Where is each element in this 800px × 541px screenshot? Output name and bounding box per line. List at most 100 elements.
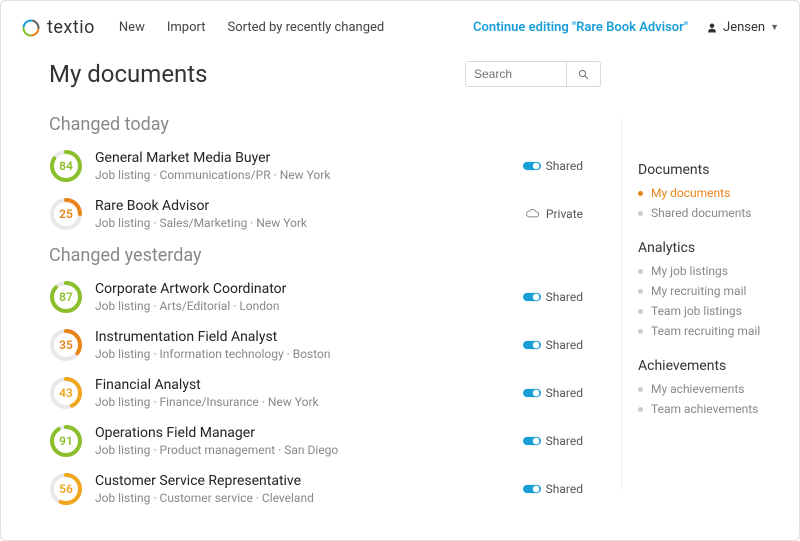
doc-title: Instrumentation Field Analyst	[95, 329, 331, 345]
status-label: Shared	[546, 159, 583, 173]
score-ring: 91	[49, 424, 83, 458]
doc-info: Corporate Artwork Coordinator Job listin…	[95, 281, 286, 313]
sidebar-item[interactable]: Team achievements	[638, 402, 789, 416]
user-icon	[706, 22, 718, 34]
user-menu[interactable]: Jensen ▼	[706, 20, 779, 35]
dot-icon	[638, 387, 643, 392]
doc-info: Financial Analyst Job listing · Finance/…	[95, 377, 319, 409]
doc-title: Operations Field Manager	[95, 425, 338, 441]
sidebar-heading: Analytics	[638, 240, 789, 256]
score-value: 43	[49, 376, 83, 410]
score-value: 35	[49, 328, 83, 362]
doc-meta: Job listing · Communications/PR · New Yo…	[95, 168, 330, 182]
nav-sort[interactable]: Sorted by recently changed	[227, 20, 384, 35]
sidebar-item[interactable]: Shared documents	[638, 206, 789, 220]
status-label: Shared	[546, 386, 583, 400]
sidebar-group: Achievements My achievements Team achievem…	[638, 358, 789, 416]
doc-row[interactable]: 87 Corporate Artwork Coordinator Job lis…	[49, 280, 601, 314]
user-name-label: Jensen	[723, 20, 765, 35]
sidebar-item-label: My documents	[651, 186, 730, 200]
sidebar-heading: Achievements	[638, 358, 789, 374]
nav-new[interactable]: New	[119, 20, 145, 35]
search-icon	[578, 69, 589, 80]
search-button[interactable]	[567, 61, 601, 87]
logo-text: textio	[47, 17, 95, 38]
score-ring: 87	[49, 280, 83, 314]
toggle-shared-icon[interactable]	[523, 484, 541, 494]
toggle-shared-icon[interactable]	[523, 161, 541, 171]
sidebar-group: Analytics My job listings My recruiting ma…	[638, 240, 789, 338]
doc-info: Rare Book Advisor Job listing · Sales/Ma…	[95, 198, 307, 230]
app-window: textio New Import Sorted by recently cha…	[0, 0, 800, 541]
score-value: 25	[49, 197, 83, 231]
dot-icon	[638, 211, 643, 216]
doc-title: General Market Media Buyer	[95, 150, 330, 166]
page-title: My documents	[49, 60, 208, 88]
score-value: 87	[49, 280, 83, 314]
toggle-shared-icon[interactable]	[523, 340, 541, 350]
private-cloud-icon[interactable]	[525, 209, 541, 219]
doc-title: Corporate Artwork Coordinator	[95, 281, 286, 297]
search-input[interactable]	[465, 61, 567, 87]
toggle-shared-icon[interactable]	[523, 292, 541, 302]
doc-status: Shared	[523, 159, 601, 173]
main-column: My documents Changed today 84 General Ma…	[1, 48, 621, 540]
doc-status: Shared	[523, 338, 601, 352]
status-label: Private	[546, 207, 583, 221]
doc-title: Rare Book Advisor	[95, 198, 307, 214]
doc-row[interactable]: 56 Customer Service Representative Job l…	[49, 472, 601, 506]
toggle-shared-icon[interactable]	[523, 436, 541, 446]
score-ring: 56	[49, 472, 83, 506]
doc-row[interactable]: 43 Financial Analyst Job listing · Finan…	[49, 376, 601, 410]
logo[interactable]: textio	[21, 17, 95, 38]
sidebar-heading: Documents	[638, 162, 789, 178]
doc-meta: Job listing · Customer service · Clevela…	[95, 491, 314, 505]
body-row: My documents Changed today 84 General Ma…	[1, 48, 799, 540]
score-value: 84	[49, 149, 83, 183]
doc-row[interactable]: 84 General Market Media Buyer Job listin…	[49, 149, 601, 183]
logo-icon	[21, 18, 41, 38]
doc-row[interactable]: 35 Instrumentation Field Analyst Job lis…	[49, 328, 601, 362]
score-value: 91	[49, 424, 83, 458]
nav-links: New Import Sorted by recently changed	[119, 20, 384, 35]
doc-info: Customer Service Representative Job list…	[95, 473, 314, 505]
doc-status: Shared	[523, 386, 601, 400]
sidebar-item[interactable]: My job listings	[638, 264, 789, 278]
continue-editing-link[interactable]: Continue editing "Rare Book Advisor"	[473, 20, 688, 35]
sidebar-item[interactable]: My recruiting mail	[638, 284, 789, 298]
doc-row[interactable]: 25 Rare Book Advisor Job listing · Sales…	[49, 197, 601, 231]
nav-right: Continue editing "Rare Book Advisor" Jen…	[473, 20, 779, 35]
page-title-row: My documents	[49, 60, 601, 88]
dot-icon	[638, 407, 643, 412]
doc-status: Shared	[523, 290, 601, 304]
doc-title: Customer Service Representative	[95, 473, 314, 489]
sidebar-group: Documents My documents Shared documents	[638, 162, 789, 220]
sidebar-item-label: Team job listings	[651, 304, 742, 318]
doc-info: General Market Media Buyer Job listing ·…	[95, 150, 330, 182]
sidebar-item[interactable]: My achievements	[638, 382, 789, 396]
doc-meta: Job listing · Information technology · B…	[95, 347, 331, 361]
sidebar: Documents My documents Shared documents Ana…	[621, 118, 799, 490]
nav-import[interactable]: Import	[167, 20, 206, 35]
doc-status: Shared	[523, 482, 601, 496]
toggle-shared-icon[interactable]	[523, 388, 541, 398]
doc-status: Shared	[523, 434, 601, 448]
sidebar-item[interactable]: My documents	[638, 186, 789, 200]
dot-icon	[638, 269, 643, 274]
doc-meta: Job listing · Product management · San D…	[95, 443, 338, 457]
search-wrap	[465, 61, 601, 87]
sidebar-item-label: Team recruiting mail	[651, 324, 760, 338]
status-label: Shared	[546, 290, 583, 304]
sidebar-item[interactable]: Team recruiting mail	[638, 324, 789, 338]
dot-icon	[638, 191, 643, 196]
dot-icon	[638, 329, 643, 334]
sidebar-item-label: Shared documents	[651, 206, 751, 220]
doc-list-today: 84 General Market Media Buyer Job listin…	[49, 149, 601, 231]
sidebar-item[interactable]: Team job listings	[638, 304, 789, 318]
sidebar-item-label: Team achievements	[651, 402, 758, 416]
doc-info: Operations Field Manager Job listing · P…	[95, 425, 338, 457]
status-label: Shared	[546, 434, 583, 448]
status-label: Shared	[546, 338, 583, 352]
caret-down-icon: ▼	[770, 22, 779, 33]
doc-row[interactable]: 91 Operations Field Manager Job listing …	[49, 424, 601, 458]
